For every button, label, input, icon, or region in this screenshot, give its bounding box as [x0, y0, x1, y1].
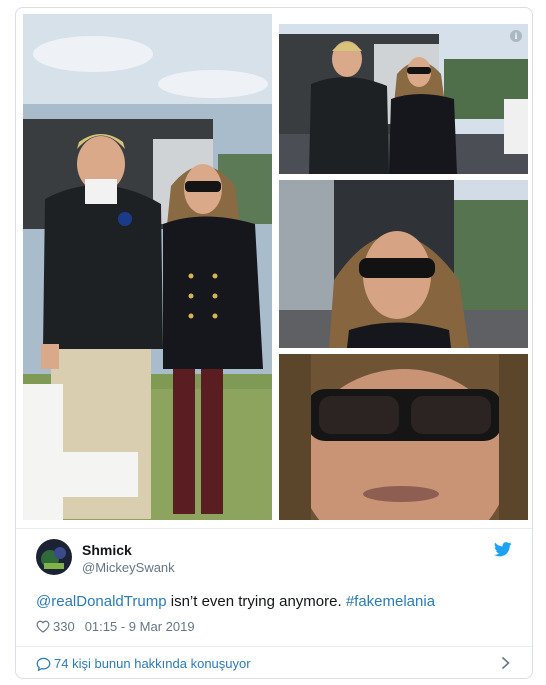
media-divider	[16, 528, 532, 529]
conversation-link[interactable]: 74 kişi bunun hakkında konuşuyor	[36, 656, 251, 671]
photo-couple-wide-art	[279, 24, 528, 174]
photo-face-zoom-art	[279, 354, 528, 520]
photo-face-zoom[interactable]	[279, 354, 528, 520]
embedded-tweet-card[interactable]: i Shmick @MickeySwank @realDonaldTrump i…	[15, 7, 533, 679]
heart-icon[interactable]	[36, 620, 50, 633]
photo-woman-closeup-art	[279, 180, 528, 348]
tweet-body: isn’t even trying anymore.	[166, 593, 346, 610]
avatar[interactable]	[36, 539, 72, 575]
like-count[interactable]: 330	[53, 619, 75, 634]
info-icon[interactable]: i	[510, 30, 522, 42]
tweet-meta: 330 01:15 - 9 Mar 2019	[36, 619, 195, 634]
author-name[interactable]: Shmick	[82, 542, 132, 558]
avatar-image	[36, 539, 72, 575]
footer-divider	[16, 646, 532, 647]
photo-couple-wide[interactable]: i	[279, 24, 528, 174]
conversation-label: 74 kişi bunun hakkında konuşuyor	[54, 656, 251, 671]
photo-couple-full-art	[23, 14, 272, 520]
hashtag-link[interactable]: #fakemelania	[346, 593, 435, 610]
chevron-right-icon[interactable]	[501, 656, 510, 670]
photo-woman-closeup[interactable]	[279, 180, 528, 348]
tweet-text: @realDonaldTrump isn’t even trying anymo…	[36, 593, 435, 610]
twitter-bird-icon[interactable]	[494, 542, 512, 557]
author-handle[interactable]: @MickeySwank	[82, 560, 175, 575]
photo-couple-full[interactable]	[23, 14, 272, 520]
media-grid: i	[23, 14, 528, 520]
reply-bubble-icon	[36, 657, 51, 671]
tweet-timestamp[interactable]: 01:15 - 9 Mar 2019	[85, 619, 195, 634]
mention-link[interactable]: @realDonaldTrump	[36, 593, 167, 610]
